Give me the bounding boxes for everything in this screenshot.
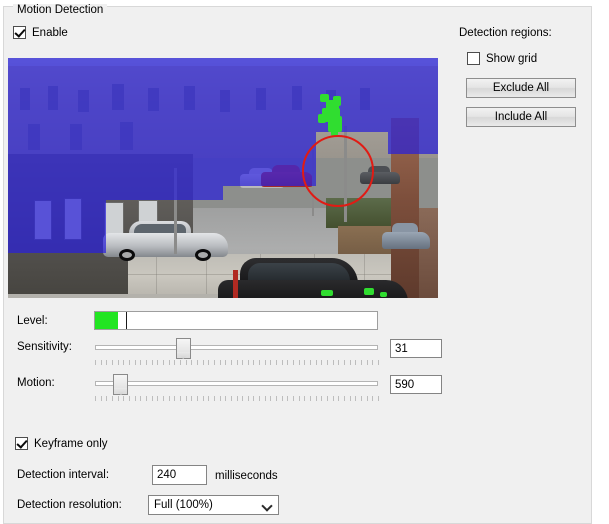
region-mask-block-3 bbox=[106, 168, 223, 200]
enable-checkbox-row[interactable]: Enable bbox=[13, 26, 68, 39]
level-label: Level: bbox=[17, 315, 48, 327]
detection-resolution-select[interactable]: Full (100%) bbox=[148, 495, 279, 515]
brick-pillar-secondary bbox=[419, 208, 438, 298]
motion-slider[interactable] bbox=[95, 372, 379, 403]
include-all-button[interactable]: Include All bbox=[466, 107, 576, 127]
motion-pixel bbox=[333, 96, 341, 106]
level-threshold-marker bbox=[126, 312, 128, 329]
region-mask-block-6 bbox=[388, 132, 438, 154]
motion-pixel bbox=[364, 288, 374, 295]
exclude-all-button[interactable]: Exclude All bbox=[466, 78, 576, 98]
level-bar-fill bbox=[95, 312, 118, 329]
region-mask-block-1 bbox=[8, 58, 106, 253]
motion-slider-ticks bbox=[95, 396, 379, 403]
detection-circle bbox=[302, 135, 374, 207]
sensitivity-slider[interactable] bbox=[95, 336, 379, 367]
detection-interval-units: milliseconds bbox=[215, 470, 278, 482]
group-title: Motion Detection bbox=[13, 4, 108, 16]
show-grid-checkbox-row[interactable]: Show grid bbox=[467, 52, 537, 65]
enable-label: Enable bbox=[32, 26, 68, 39]
motion-value-input[interactable]: 590 bbox=[390, 375, 442, 394]
keyframe-only-checkbox[interactable] bbox=[15, 437, 28, 450]
show-grid-checkbox[interactable] bbox=[467, 52, 480, 65]
sensitivity-value-input[interactable]: 31 bbox=[390, 339, 442, 358]
parked-silver-car bbox=[103, 221, 228, 261]
region-mask-block-2 bbox=[106, 58, 316, 168]
level-bar bbox=[94, 311, 378, 330]
detection-resolution-value: Full (100%) bbox=[154, 499, 213, 511]
sensitivity-label: Sensitivity: bbox=[17, 341, 72, 353]
motion-pixel bbox=[321, 290, 333, 296]
chevron-down-icon[interactable] bbox=[263, 502, 271, 507]
enable-checkbox[interactable] bbox=[13, 26, 26, 39]
detection-regions-title: Detection regions: bbox=[459, 27, 552, 39]
keyframe-only-checkbox-row[interactable]: Keyframe only bbox=[15, 437, 108, 450]
sensitivity-slider-thumb[interactable] bbox=[175, 338, 191, 359]
detection-interval-label: Detection interval: bbox=[17, 469, 110, 481]
motion-slider-thumb[interactable] bbox=[113, 374, 129, 395]
red-post bbox=[233, 270, 238, 298]
video-preview[interactable] bbox=[8, 58, 438, 298]
motion-pixel bbox=[318, 114, 326, 123]
sensitivity-slider-ticks bbox=[95, 360, 379, 367]
motion-slider-track[interactable] bbox=[95, 381, 378, 386]
motion-pixel bbox=[380, 292, 387, 297]
detection-interval-input[interactable]: 240 bbox=[152, 465, 207, 485]
motion-detection-panel: Motion Detection Enable Detection region… bbox=[0, 0, 609, 524]
show-grid-label: Show grid bbox=[486, 52, 538, 65]
motion-label: Motion: bbox=[17, 377, 55, 389]
detection-resolution-label: Detection resolution: bbox=[17, 499, 122, 511]
keyframe-only-label: Keyframe only bbox=[34, 437, 108, 450]
parked-grey-car bbox=[382, 223, 430, 251]
sensitivity-slider-track[interactable] bbox=[95, 345, 378, 350]
